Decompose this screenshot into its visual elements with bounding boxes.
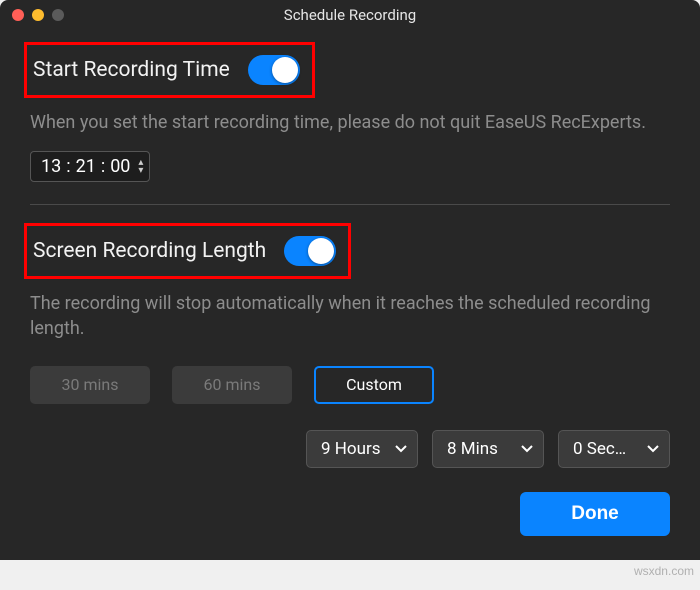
start-time-input[interactable]: 13 : 21 : 00 ▴ ▾	[30, 151, 150, 182]
chevron-down-icon	[395, 445, 407, 453]
length-hint: The recording will stop automatically wh…	[30, 291, 670, 341]
length-header: Screen Recording Length	[24, 223, 351, 279]
window-controls	[12, 9, 64, 21]
hours-dropdown[interactable]: 9 Hours	[306, 430, 418, 468]
custom-duration-row: 9 Hours 8 Mins 0 Sec…	[30, 430, 670, 468]
mins-dropdown[interactable]: 8 Mins	[432, 430, 544, 468]
time-seconds[interactable]: 00	[110, 156, 130, 177]
chevron-down-icon	[521, 445, 533, 453]
toggle-knob-icon	[308, 238, 334, 264]
chevron-down-icon	[647, 445, 659, 453]
preset-60min-button[interactable]: 60 mins	[172, 366, 292, 404]
footer-row: Done	[30, 492, 670, 536]
minimize-icon[interactable]	[32, 9, 44, 21]
preset-row: 30 mins 60 mins Custom	[30, 366, 670, 404]
start-time-label: Start Recording Time	[33, 58, 230, 82]
time-separator: :	[65, 156, 71, 177]
time-stepper[interactable]: ▴ ▾	[138, 159, 143, 175]
preset-custom-button[interactable]: Custom	[314, 366, 434, 404]
window-title: Schedule Recording	[12, 6, 688, 24]
start-time-toggle[interactable]	[248, 55, 300, 85]
section-divider	[30, 204, 670, 205]
preset-30min-button[interactable]: 30 mins	[30, 366, 150, 404]
maximize-icon	[52, 9, 64, 21]
content-area: Start Recording Time When you set the st…	[0, 30, 700, 556]
stepper-down-icon[interactable]: ▾	[138, 167, 143, 175]
length-label: Screen Recording Length	[33, 239, 266, 263]
hours-value: 9 Hours	[321, 439, 381, 459]
secs-dropdown[interactable]: 0 Sec…	[558, 430, 670, 468]
close-icon[interactable]	[12, 9, 24, 21]
mins-value: 8 Mins	[447, 439, 498, 459]
titlebar: Schedule Recording	[0, 0, 700, 30]
start-time-hint: When you set the start recording time, p…	[30, 110, 670, 135]
secs-value: 0 Sec…	[573, 439, 626, 459]
time-separator: :	[100, 156, 106, 177]
toggle-knob-icon	[272, 57, 298, 83]
time-minutes[interactable]: 21	[76, 156, 96, 177]
length-toggle[interactable]	[284, 236, 336, 266]
watermark-text: wsxdn.com	[634, 564, 694, 578]
start-time-header: Start Recording Time	[24, 42, 315, 98]
done-button[interactable]: Done	[520, 492, 670, 536]
schedule-recording-window: Schedule Recording Start Recording Time …	[0, 0, 700, 560]
time-hours[interactable]: 13	[41, 156, 61, 177]
